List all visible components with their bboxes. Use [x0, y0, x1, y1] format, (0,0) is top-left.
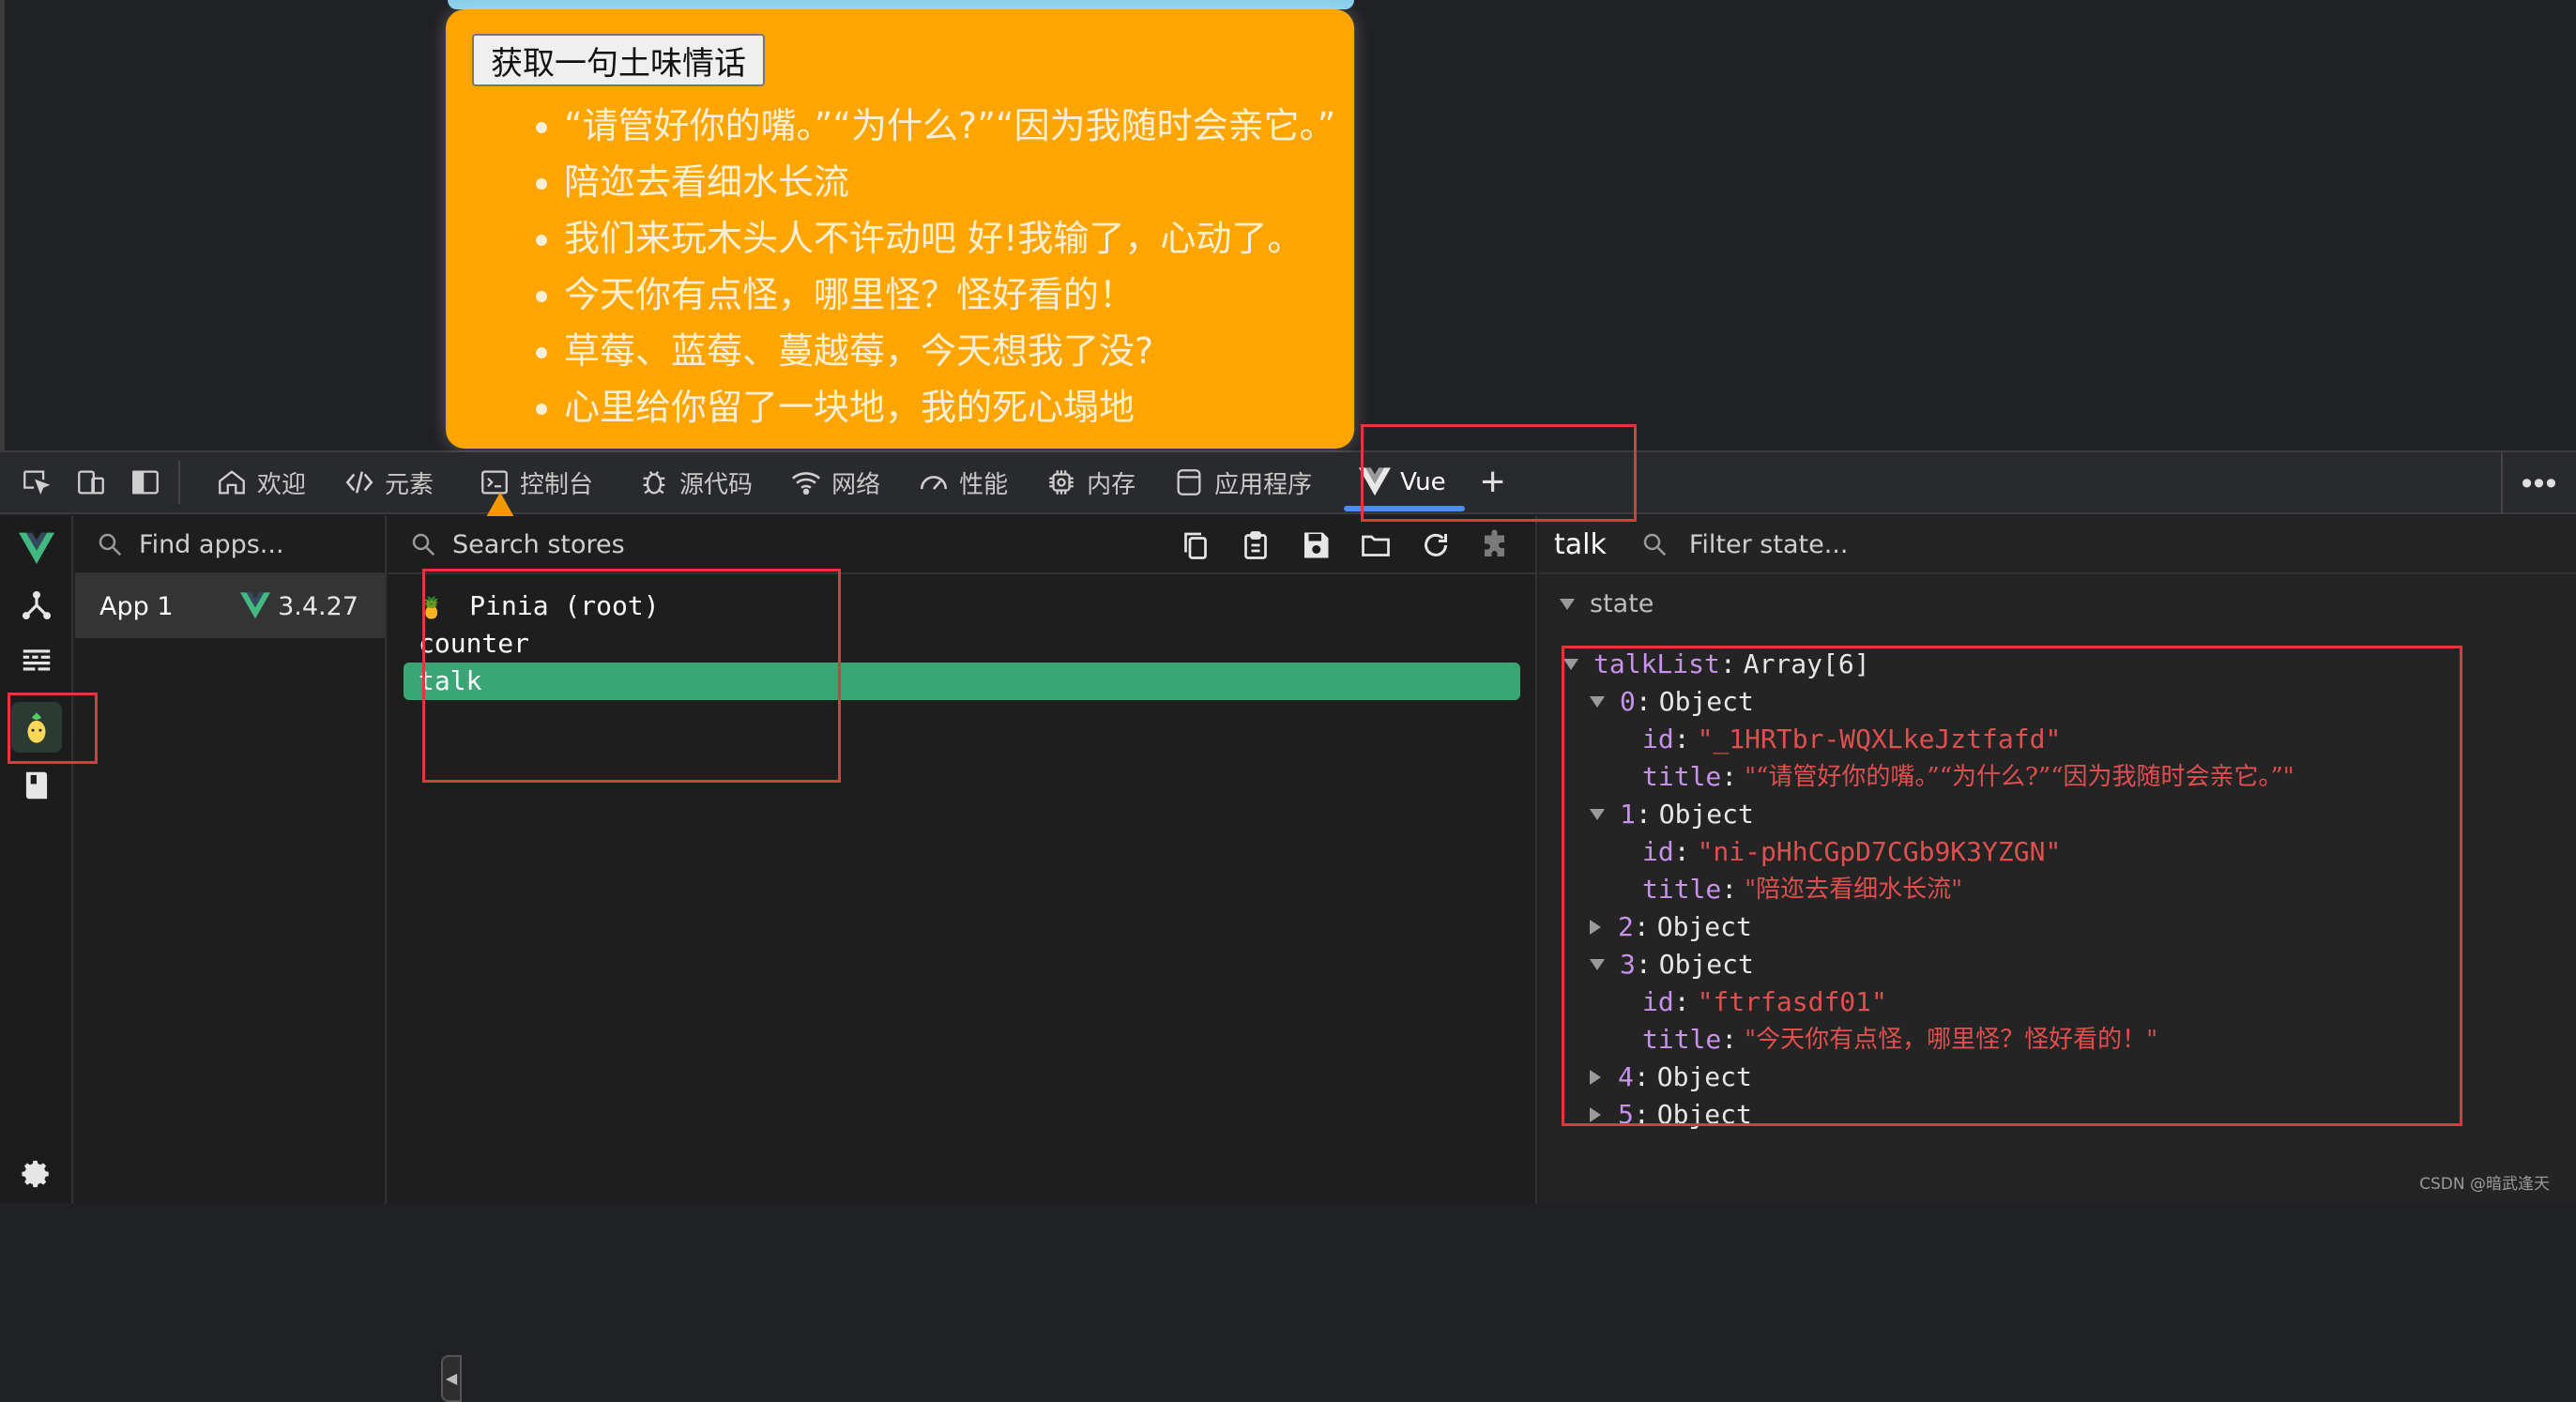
vue-logo-icon: [240, 592, 270, 620]
talk-item: 我们来玩木头人不许动吧 好!我输了，心动了。: [564, 210, 1335, 267]
tab-label: 内存: [1087, 465, 1136, 500]
vue-logo-icon: [19, 531, 54, 567]
tab-label: 控制台: [520, 465, 593, 500]
tab-elements[interactable]: 元素: [325, 451, 452, 513]
talk-item: “请管好你的嘴。”“为什么?”“因为我随时会亲它。”: [564, 98, 1335, 154]
collapse-panel-button[interactable]: ◀: [441, 1355, 462, 1402]
gauge-icon: [918, 466, 950, 498]
app-item[interactable]: App 1 3.4.27: [75, 574, 385, 638]
save-icon: [1299, 528, 1333, 562]
search-icon: [409, 530, 437, 558]
more-options-button[interactable]: •••: [2501, 452, 2576, 514]
inspect-element-button[interactable]: [9, 451, 64, 513]
bug-icon: [638, 466, 670, 498]
timeline-icon: [19, 644, 54, 679]
talk-item: 草莓、蓝莓、蔓越莓，今天想我了没?: [564, 323, 1335, 379]
import-state-button[interactable]: [1346, 516, 1406, 574]
vue-devtools-rail: [0, 516, 73, 1203]
chip-icon: [1045, 466, 1077, 498]
component-tree-icon: [19, 587, 54, 623]
paste-state-button[interactable]: [1226, 516, 1286, 574]
tab-performance[interactable]: 性能: [899, 451, 1027, 513]
tab-memory[interactable]: 内存: [1027, 451, 1154, 513]
selected-store-name: talk: [1554, 528, 1607, 561]
components-tab-button[interactable]: [11, 580, 62, 631]
inspect-icon: [21, 466, 53, 498]
annotation-box-pinia-button: [8, 693, 98, 764]
tab-label: 源代码: [679, 465, 753, 500]
annotation-box-state: [1562, 646, 2462, 1126]
annotation-box-vue-tab: [1361, 424, 1637, 522]
apps-panel: App 1 3.4.27 ◀: [75, 516, 387, 1203]
search-stores-input[interactable]: [452, 530, 1015, 559]
annotation-box-stores: [422, 569, 841, 783]
clipboard-icon: [1239, 528, 1273, 562]
find-apps-input[interactable]: [139, 530, 383, 559]
copy-icon: [1179, 528, 1212, 562]
talk-card: 获取一句土味情话 “请管好你的嘴。”“为什么?”“因为我随时会亲它。” 陪迩去看…: [446, 9, 1354, 449]
talk-item: 心里给你留了一块地，我的死心塌地: [564, 379, 1335, 435]
expand-arrow-icon: [1560, 599, 1575, 610]
state-header: talk: [1539, 516, 2576, 574]
tab-label: 网络: [831, 465, 880, 500]
stores-search-row: [389, 516, 1535, 574]
get-talk-button[interactable]: 获取一句土味情话: [472, 34, 765, 86]
settings-panel-button[interactable]: [11, 760, 62, 811]
tab-label: 欢迎: [257, 465, 306, 500]
tab-application[interactable]: 应用程序: [1154, 451, 1331, 513]
wifi-icon: [790, 466, 822, 498]
talk-item: 今天你有点怪，哪里怪？怪好看的！: [564, 267, 1335, 323]
page-viewport: 获取一句土味情话 “请管好你的嘴。”“为什么?”“因为我随时会亲它。” 陪迩去看…: [0, 0, 2576, 452]
talk-list: “请管好你的嘴。”“为什么?”“因为我随时会亲它。” 陪迩去看细水长流 我们来玩…: [564, 98, 1335, 435]
home-icon: [216, 466, 248, 498]
search-icon: [1640, 530, 1669, 558]
apps-search-row: [75, 516, 385, 574]
copy-state-button[interactable]: [1166, 516, 1226, 574]
watermark: CSDN @暗武逢天: [2419, 1170, 2550, 1194]
refresh-button[interactable]: [1406, 516, 1466, 574]
toolbar-separator: [178, 461, 180, 504]
plugins-button[interactable]: [1466, 516, 1526, 574]
devtools-tab-bar: 欢迎 元素 控制台 源代码 网络 性能 内存 应用程序 Vue + •••: [0, 452, 2576, 514]
tab-network[interactable]: 网络: [771, 451, 899, 513]
app-version: 3.4.27: [240, 592, 358, 621]
tab-welcome[interactable]: 欢迎: [197, 451, 325, 513]
app-name: App 1: [99, 592, 174, 621]
tab-label: 性能: [959, 465, 1008, 500]
book-icon: [19, 768, 54, 803]
state-section-label: state: [1590, 589, 1654, 618]
code-icon: [343, 466, 375, 498]
search-icon: [96, 530, 124, 558]
device-icon: [75, 466, 107, 498]
dock-side-button[interactable]: [118, 451, 173, 513]
sidebar-toggle-icon: [130, 466, 161, 498]
talk-item: 陪迩去看细水长流: [564, 154, 1335, 210]
card-top-strip: [448, 0, 1354, 9]
refresh-icon: [1419, 528, 1453, 562]
timeline-tab-button[interactable]: [11, 636, 62, 687]
folder-icon: [1359, 528, 1393, 562]
tab-label: 应用程序: [1214, 465, 1312, 500]
vue-logo: [11, 524, 62, 574]
gear-icon[interactable]: [21, 1158, 53, 1190]
puzzle-icon: [1479, 528, 1513, 562]
tab-label: 元素: [385, 465, 434, 500]
state-section-toggle[interactable]: state: [1560, 589, 1654, 618]
app-window-icon: [1173, 466, 1205, 498]
app-version-text: 3.4.27: [278, 592, 358, 621]
tab-sources[interactable]: 源代码: [612, 451, 771, 513]
save-state-button[interactable]: [1286, 516, 1346, 574]
tab-console[interactable]: 控制台: [452, 451, 612, 513]
store-toolbar: [1166, 516, 1526, 574]
device-emulation-button[interactable]: [64, 451, 118, 513]
filter-state-input[interactable]: [1689, 530, 2252, 559]
